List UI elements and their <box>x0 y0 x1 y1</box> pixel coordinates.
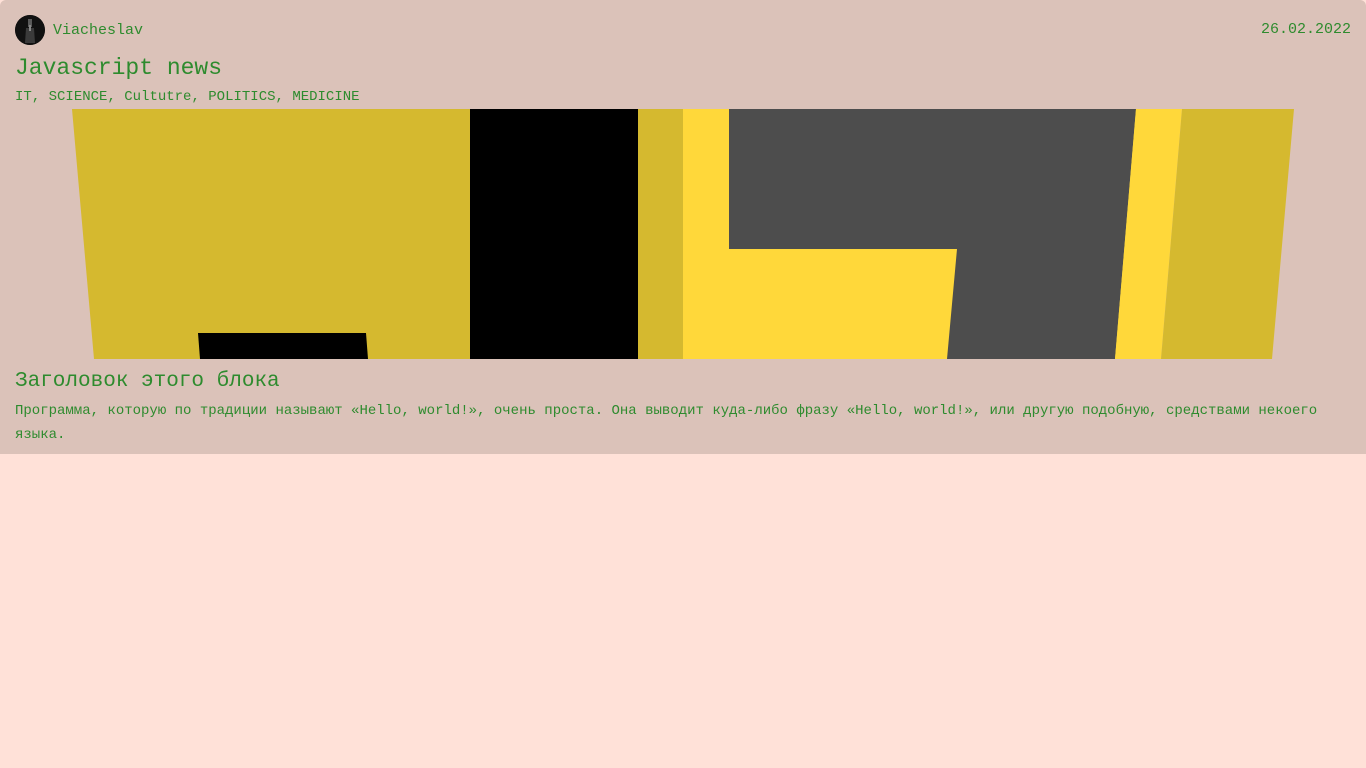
js-logo-image <box>72 109 1294 359</box>
tag-separator: , <box>275 89 293 105</box>
tag-separator: , <box>31 89 49 105</box>
tag-separator: , <box>107 89 125 105</box>
author-name[interactable]: Viacheslav <box>53 22 143 39</box>
hero-black-foot <box>198 333 368 359</box>
tag-politics[interactable]: POLITICS <box>208 89 275 105</box>
hero-left-panel <box>72 109 470 359</box>
block-text: Программа, которую по традиции называют … <box>15 403 1318 443</box>
tag-culture[interactable]: Cultutre <box>124 89 191 105</box>
tag-medicine[interactable]: MEDICINE <box>292 89 359 105</box>
card-header: Viacheslav 26.02.2022 <box>15 15 1351 45</box>
news-card: Viacheslav 26.02.2022 Javascript news IT… <box>0 0 1366 454</box>
hero-mid-panel <box>638 109 683 359</box>
author-info[interactable]: Viacheslav <box>15 15 143 45</box>
block-title: Заголовок этого блока <box>15 370 280 393</box>
hero-black-bar <box>470 109 638 359</box>
tag-science[interactable]: SCIENCE <box>49 89 108 105</box>
post-title[interactable]: Javascript news <box>15 54 222 82</box>
hero-right-panel <box>1161 109 1294 359</box>
tag-it[interactable]: IT <box>15 89 32 105</box>
user-avatar-icon[interactable] <box>15 15 45 45</box>
post-date: 26.02.2022 <box>1260 21 1351 38</box>
tag-separator: , <box>191 89 209 105</box>
tag-list: IT, SCIENCE, Cultutre, POLITICS, MEDICIN… <box>15 88 360 106</box>
